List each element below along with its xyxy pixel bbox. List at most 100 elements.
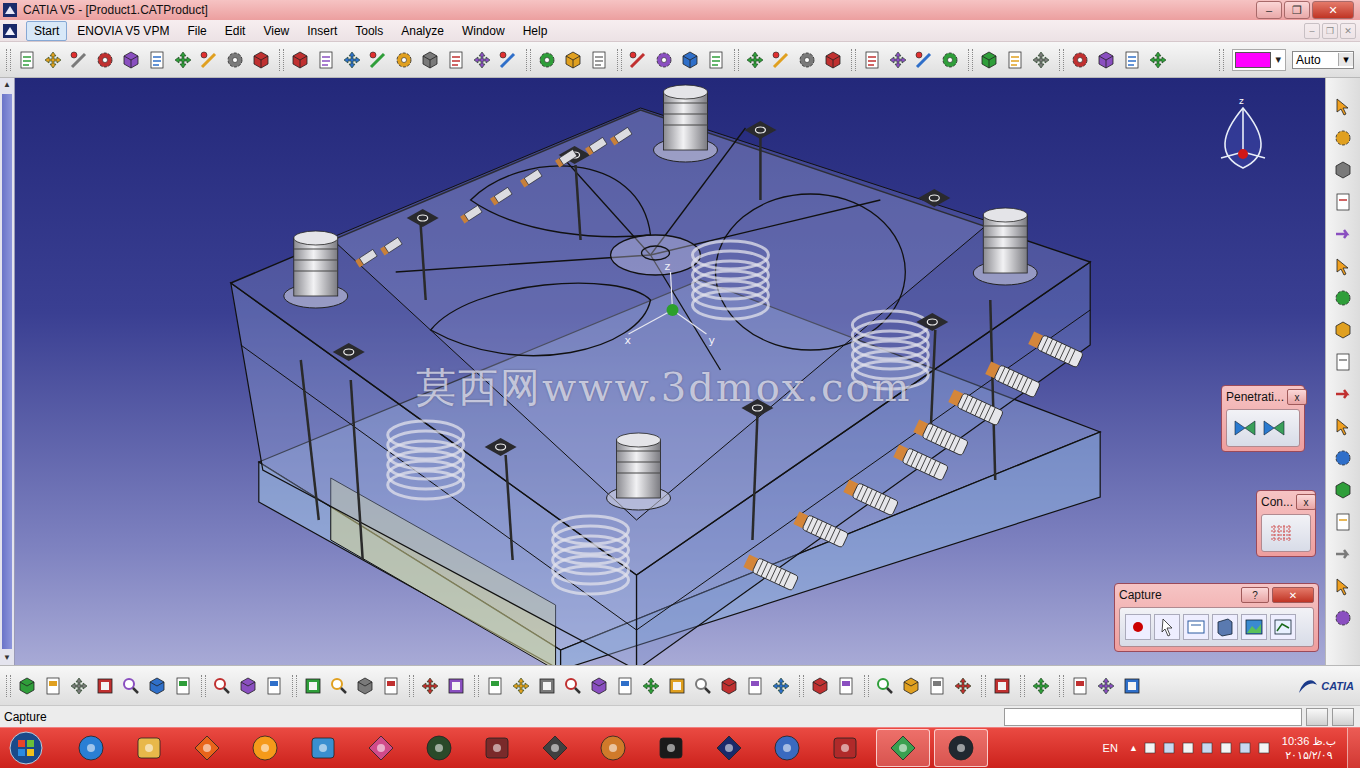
toolbar-button[interactable] [236,674,260,698]
toolbar-button[interactable] [678,48,702,72]
toolbar-button[interactable] [1331,222,1355,246]
status-button[interactable] [1332,708,1354,726]
toolbar-button[interactable] [1331,510,1355,534]
taskbar-app[interactable] [64,729,118,767]
toolbar-grip[interactable] [201,675,206,697]
toolbar-button[interactable] [613,674,637,698]
toolbar-button[interactable] [145,48,169,72]
toolbar-button[interactable] [1331,350,1355,374]
toolbar-button[interactable] [249,48,273,72]
command-input[interactable] [1004,708,1302,726]
toolbar-grip[interactable] [617,49,622,71]
capture-button[interactable] [1241,614,1267,640]
toolbar-button[interactable] [977,48,1001,72]
capture-button[interactable] [1125,614,1151,640]
toolbar-button[interactable] [1331,382,1355,406]
3d-viewport[interactable]: xyz莫西网www.3dmox.comzPenetrati...xCon...x… [15,78,1325,665]
menu-item[interactable]: Edit [217,21,254,41]
toolbar-button[interactable] [1267,521,1295,545]
toolbar-button[interactable] [1094,48,1118,72]
scroll-up-button[interactable]: ▲ [3,78,11,92]
toolbar-grip[interactable] [734,49,739,71]
toolbar-button[interactable] [119,674,143,698]
tray-icon[interactable] [1162,741,1176,755]
taskbar-app[interactable] [702,729,756,767]
toolbar-button[interactable] [314,48,338,72]
toolbar-button[interactable] [899,674,923,698]
toolbar-button[interactable] [119,48,143,72]
toolbar-button[interactable] [665,674,689,698]
floating-toolbar[interactable]: Penetrati...x [1221,385,1305,452]
toolbar-button[interactable] [626,48,650,72]
taskbar-app[interactable] [818,729,872,767]
toolbar-button[interactable] [509,674,533,698]
toolbar-button[interactable] [1331,606,1355,630]
start-button[interactable] [4,731,48,765]
toolbar-button[interactable] [561,48,585,72]
toolbar-button[interactable] [1120,48,1144,72]
document-control-button[interactable]: – [1304,23,1320,39]
tray-icon[interactable] [1143,741,1157,755]
toolbar-grip[interactable] [6,49,11,71]
toolbar-grip[interactable] [6,675,11,697]
toolbar-button[interactable] [93,674,117,698]
compass-icon[interactable]: z [1213,94,1277,180]
show-desktop-button[interactable] [1347,728,1360,768]
toolbar-button[interactable] [1331,478,1355,502]
toolbar-button[interactable] [769,674,793,698]
toolbar-button[interactable] [496,48,520,72]
toolbar-button[interactable] [1068,674,1092,698]
taskbar-app[interactable] [354,729,408,767]
toolbar-button[interactable] [171,674,195,698]
toolbar-button[interactable] [535,48,559,72]
toolbar-button[interactable] [652,48,676,72]
toolbar-button[interactable] [1331,446,1355,470]
menu-item[interactable]: Analyze [393,21,452,41]
taskbar-app[interactable] [760,729,814,767]
toolbar-button[interactable] [587,48,611,72]
toolbar-button[interactable] [366,48,390,72]
window-control-button[interactable]: ❐ [1284,1,1310,19]
tray-icon[interactable] [1257,741,1271,755]
toolbar-button[interactable] [1232,416,1258,440]
menu-item[interactable]: Window [454,21,513,41]
capture-button[interactable] [1183,614,1209,640]
capture-button[interactable] [1270,614,1296,640]
toolbar-button[interactable] [691,674,715,698]
taskbar-app[interactable] [528,729,582,767]
menu-item[interactable]: File [179,21,214,41]
toolbar-button[interactable] [561,674,585,698]
toolbar-button[interactable] [223,48,247,72]
toolbar-grip[interactable] [851,49,856,71]
toolbar-button[interactable] [470,48,494,72]
window-control-button[interactable]: – [1256,1,1282,19]
toolbar-button[interactable] [1331,94,1355,118]
toolbar-button[interactable] [808,674,832,698]
menu-item[interactable]: View [255,21,297,41]
menu-item[interactable]: ENOVIA V5 VPM [69,21,177,41]
close-button[interactable]: ✕ [1272,587,1314,603]
line-type-select[interactable]: Auto▾ [1292,51,1354,69]
toolbar-grip[interactable] [526,49,531,71]
toolbar-button[interactable] [353,674,377,698]
toolbar-button[interactable] [67,674,91,698]
toolbar-button[interactable] [639,674,663,698]
toolbar-button[interactable] [301,674,325,698]
toolbar-button[interactable] [795,48,819,72]
menu-item[interactable]: Start [26,21,67,41]
toolbar-button[interactable] [1146,48,1170,72]
status-button[interactable] [1306,708,1328,726]
toolbar-button[interactable] [1331,414,1355,438]
taskbar-app[interactable] [876,729,930,767]
toolbar-grip[interactable] [1059,49,1064,71]
tray-icon[interactable] [1181,741,1195,755]
toolbar-button[interactable] [1029,674,1053,698]
taskbar-app[interactable] [238,729,292,767]
toolbar-button[interactable] [327,674,351,698]
toolbar-button[interactable] [743,48,767,72]
language-indicator[interactable]: EN [1097,742,1124,754]
tray-icon[interactable] [1219,741,1233,755]
toolbar-button[interactable] [1331,158,1355,182]
toolbar-button[interactable] [197,48,221,72]
taskbar-app[interactable] [934,729,988,767]
